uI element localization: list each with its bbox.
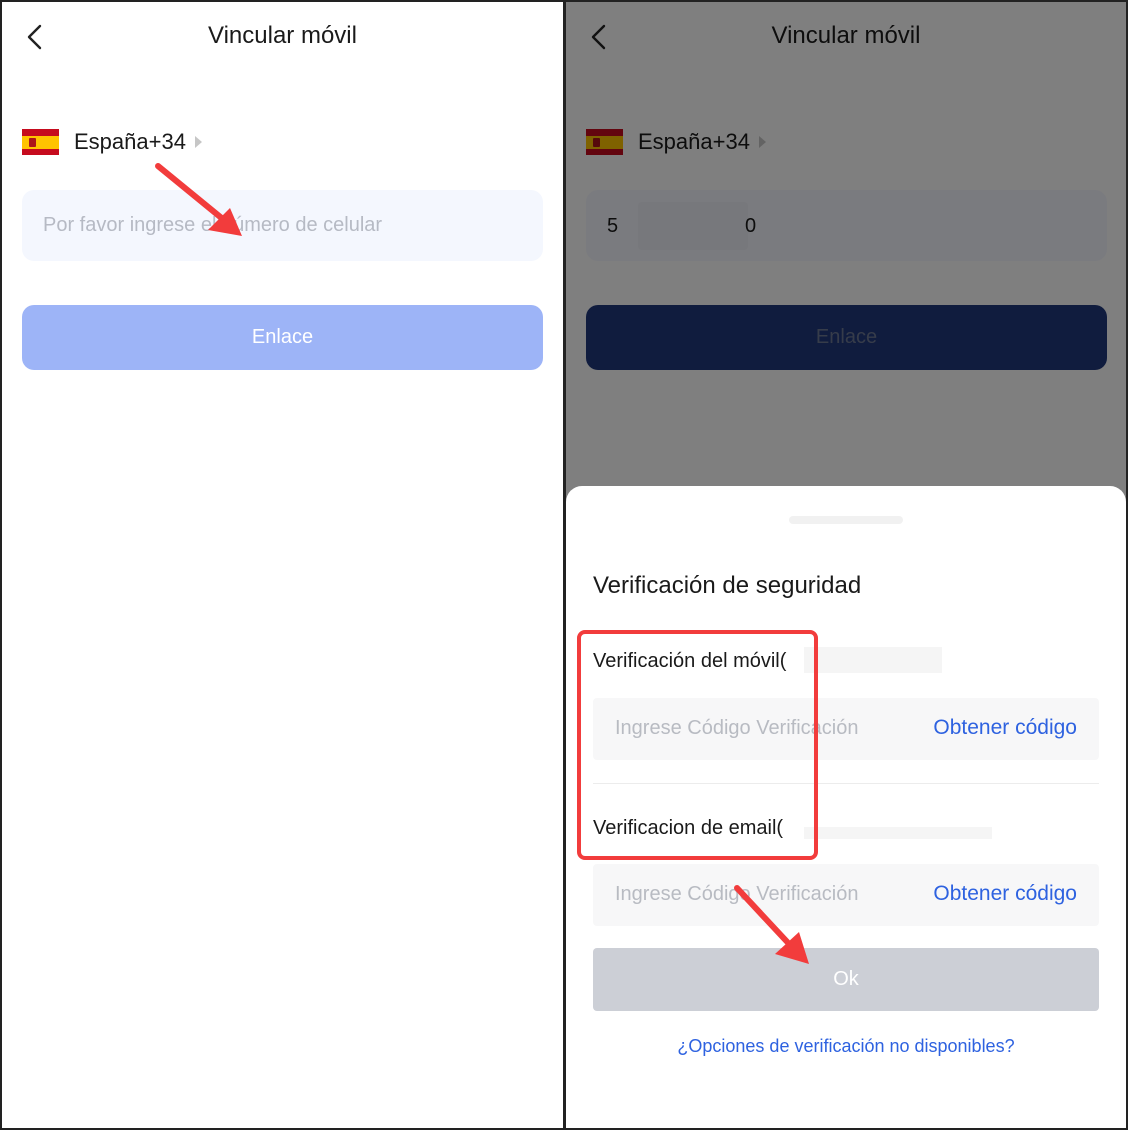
annotation-arrow-icon: [155, 163, 242, 236]
page-title: Vincular móvil: [208, 22, 357, 49]
caret-right-icon: [194, 136, 202, 148]
spain-flag-icon: [22, 129, 59, 155]
left-screen: Vincular móvil España+34 Enlace: [2, 2, 563, 1127]
sheet-title: Verificación de seguridad: [593, 572, 862, 599]
phone-number-input[interactable]: [22, 190, 543, 261]
verification-unavailable-link[interactable]: ¿Opciones de verificación no disponibles…: [566, 1036, 1126, 1057]
annotation-arrow-icon: [734, 885, 809, 964]
redacted-phone-text: [804, 647, 942, 673]
get-mobile-code-button[interactable]: Obtener código: [933, 716, 1077, 740]
get-email-code-button[interactable]: Obtener código: [933, 882, 1077, 906]
link-button[interactable]: Enlace: [22, 305, 543, 370]
ok-button[interactable]: Ok: [593, 948, 1099, 1011]
sheet-drag-handle[interactable]: [789, 516, 903, 524]
annotation-highlight-box: [577, 630, 818, 860]
email-code-field[interactable]: Ingrese Código Verificación Obtener códi…: [593, 864, 1099, 926]
right-screen: Vincular móvil España+34 5 0 Enlace Veri…: [566, 2, 1126, 1127]
country-code-label: España+34: [74, 129, 186, 154]
security-verification-sheet: Verificación de seguridad Verificación d…: [566, 486, 1126, 1127]
redacted-email-text: [804, 827, 992, 839]
country-selector[interactable]: España+34: [22, 126, 202, 158]
